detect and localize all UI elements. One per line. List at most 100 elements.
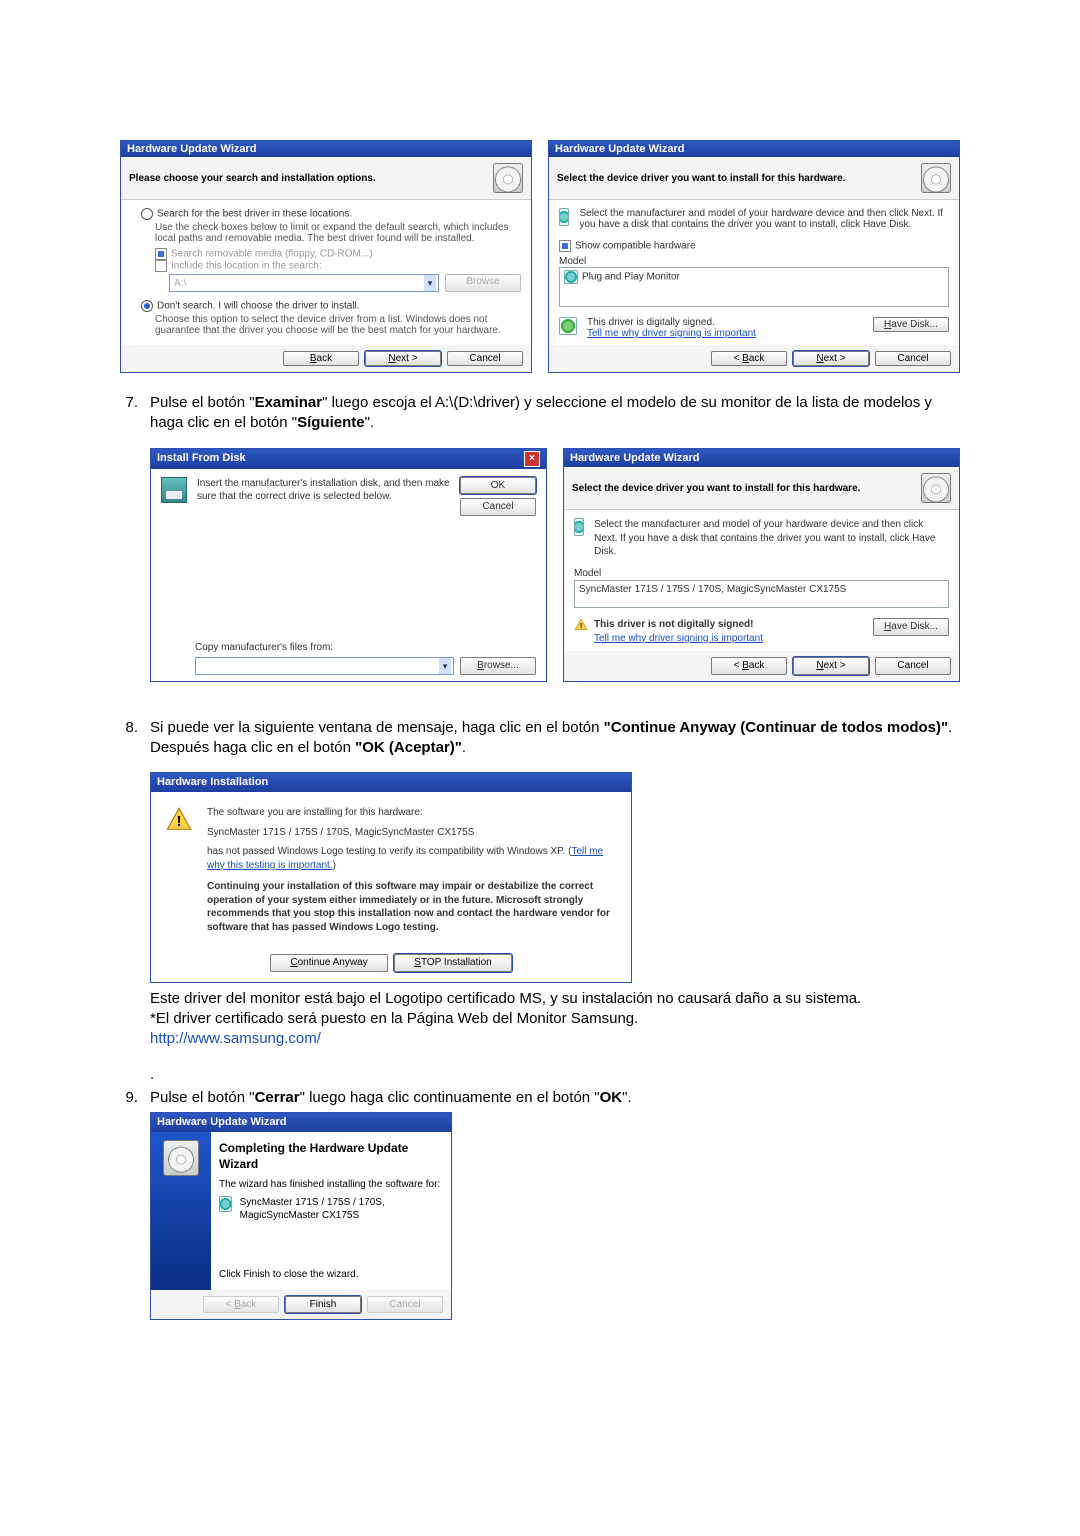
continue-anyway-button[interactable]: Continue Anyway — [270, 954, 388, 972]
completing-line1: The wizard has finished installing the s… — [219, 1178, 443, 1192]
check-removable-label: Search removable media (floppy, CD-ROM..… — [171, 249, 373, 260]
wizard-completing: Hardware Update Wizard Completing the Ha… — [150, 1112, 452, 1320]
search-desc: Use the check boxes below to limit or ex… — [155, 222, 521, 244]
title-text: Install From Disk — [157, 451, 246, 466]
cancel-button[interactable]: Cancel — [875, 351, 951, 366]
samsung-url[interactable]: http://www.samsung.com/ — [150, 1030, 321, 1047]
radio-dont-search-label: Don't search. I will choose the driver t… — [157, 301, 360, 312]
completing-model: SyncMaster 171S / 175S / 170S, MagicSync… — [240, 1196, 443, 1223]
path-dropdown[interactable]: A:\ — [169, 274, 439, 292]
copy-from-dropdown[interactable] — [195, 657, 454, 675]
radio-dont-search[interactable] — [141, 300, 157, 312]
monitor-small-icon — [219, 1196, 232, 1212]
dialog-body: ! The software you are installing for th… — [151, 792, 631, 948]
step-7: 7. Pulse el botón "Examinar" luego escoj… — [120, 393, 960, 702]
monitor-small-icon — [564, 270, 578, 284]
back-button[interactable]: < Back — [711, 351, 787, 366]
step-number: 9. — [120, 1088, 138, 1321]
model-pnp-item[interactable]: Plug and Play Monitor — [582, 272, 680, 283]
check-removable-media[interactable] — [155, 248, 171, 260]
cd-icon — [921, 473, 951, 503]
model-listbox[interactable]: SyncMaster 171S / 175S / 170S, MagicSync… — [574, 580, 949, 608]
finish-button[interactable]: Finish — [285, 1296, 361, 1314]
wizard-select-driver-sync: Hardware Update Wizard Select the device… — [563, 448, 960, 682]
header-band: Select the device driver you want to ins… — [564, 467, 959, 510]
signed-icon — [559, 317, 577, 335]
hw-warning-text: Continuing your installation of this sof… — [207, 881, 610, 933]
header-text: Please choose your search and installati… — [129, 173, 485, 184]
wizard-select-driver-pnp: Hardware Update Wizard Select the device… — [548, 140, 960, 373]
cancel-disabled-button: Cancel — [367, 1296, 443, 1314]
step-list: 7. Pulse el botón "Examinar" luego escoj… — [120, 393, 960, 1320]
model-label: Model — [574, 567, 949, 581]
cd-icon — [163, 1140, 199, 1176]
cd-icon — [493, 163, 523, 193]
model-label: Model — [559, 256, 949, 267]
cancel-button[interactable]: Cancel — [460, 498, 536, 516]
stop-installation-button[interactable]: STOP Installation — [394, 954, 512, 972]
browse-disabled-button: Browse — [445, 274, 521, 292]
hardware-installation-dialog: Hardware Installation ! The software you… — [150, 772, 632, 982]
cancel-button[interactable]: Cancel — [875, 657, 951, 675]
completing-title: Completing the Hardware Update Wizard — [219, 1140, 443, 1172]
signed-text: This driver is digitally signed. — [587, 317, 867, 328]
titlebar: Hardware Installation — [151, 773, 631, 792]
path-value: A:\ — [174, 278, 186, 289]
title-text: Hardware Update Wizard — [157, 1115, 287, 1130]
check-show-compat[interactable] — [559, 240, 575, 252]
signing-info-link[interactable]: Tell me why driver signing is important — [587, 328, 756, 339]
svg-text:!: ! — [580, 623, 582, 630]
back-disabled-button: < Back — [203, 1296, 279, 1314]
next-button[interactable]: Next > — [793, 351, 869, 366]
header-band: Please choose your search and installati… — [121, 157, 531, 200]
hw-model: SyncMaster 171S / 175S / 170S, MagicSync… — [207, 826, 617, 840]
next-button[interactable]: Next > — [793, 657, 869, 675]
cancel-button[interactable]: Cancel — [447, 351, 523, 366]
check-include-location[interactable] — [155, 260, 171, 272]
have-disk-button[interactable]: Have Disk... — [873, 618, 949, 636]
wizard-search-options: Hardware Update Wizard Please choose you… — [120, 140, 532, 373]
dialog-footer: < Back Finish Cancel — [151, 1290, 451, 1320]
back-button[interactable]: < Back — [711, 657, 787, 675]
signing-info-link[interactable]: Tell me why driver signing is important — [594, 633, 763, 644]
header-text: Select the device driver you want to ins… — [572, 482, 913, 496]
have-disk-button[interactable]: Have Disk... — [873, 317, 949, 332]
dialog-footer: Continue Anyway STOP Installation — [151, 948, 631, 982]
post8-line2: *El driver certificado será puesto en la… — [150, 1009, 960, 1029]
browse-button[interactable]: Browse... — [460, 657, 536, 675]
step-content: Pulse el botón "Cerrar" luego haga clic … — [150, 1088, 960, 1321]
step-number: 8. — [120, 718, 138, 1050]
cd-icon — [921, 163, 951, 193]
step-9-dot: . — [120, 1065, 960, 1085]
next-button[interactable]: Next > — [365, 351, 441, 366]
svg-text:!: ! — [176, 813, 181, 830]
title-text: Hardware Update Wizard — [127, 143, 257, 155]
header-text: Select the device driver you want to ins… — [557, 173, 913, 184]
dialog-footer: Back Next > Cancel — [121, 345, 531, 372]
show-compat-label: Show compatible hardware — [575, 241, 696, 252]
titlebar: Hardware Update Wizard — [564, 449, 959, 468]
step-content: Si puede ver la siguiente ventana de men… — [150, 718, 960, 1050]
floppy-icon — [161, 477, 187, 503]
header-band: Select the device driver you want to ins… — [549, 157, 959, 200]
dialog-body: Insert the manufacturer's installation d… — [151, 469, 546, 681]
ok-button[interactable]: OK — [460, 477, 536, 495]
check-include-label: Include this location in the search: — [171, 261, 322, 272]
radio-search-best[interactable] — [141, 208, 157, 220]
step-8: 8. Si puede ver la siguiente ventana de … — [120, 718, 960, 1050]
back-button[interactable]: Back — [283, 351, 359, 366]
copy-from-label: Copy manufacturer's files from: — [195, 641, 536, 655]
dialog-body: Search for the best driver in these loca… — [121, 200, 531, 345]
close-icon[interactable]: × — [524, 451, 540, 467]
radio-search-best-label: Search for the best driver in these loca… — [157, 209, 352, 220]
dont-search-desc: Choose this option to select the device … — [155, 314, 521, 336]
model-sync-item[interactable]: SyncMaster 171S / 175S / 170S, MagicSync… — [579, 584, 846, 595]
titlebar: Hardware Update Wizard — [151, 1113, 451, 1132]
model-listbox[interactable]: Plug and Play Monitor — [559, 267, 949, 307]
monitor-icon — [574, 518, 584, 536]
title-text: Hardware Update Wizard — [570, 451, 700, 466]
unsigned-text: This driver is not digitally signed! — [594, 619, 753, 630]
ifd-instruction: Insert the manufacturer's installation d… — [197, 477, 450, 504]
title-text: Hardware Installation — [157, 775, 268, 790]
dialog-footer: < Back Next > Cancel — [549, 345, 959, 372]
